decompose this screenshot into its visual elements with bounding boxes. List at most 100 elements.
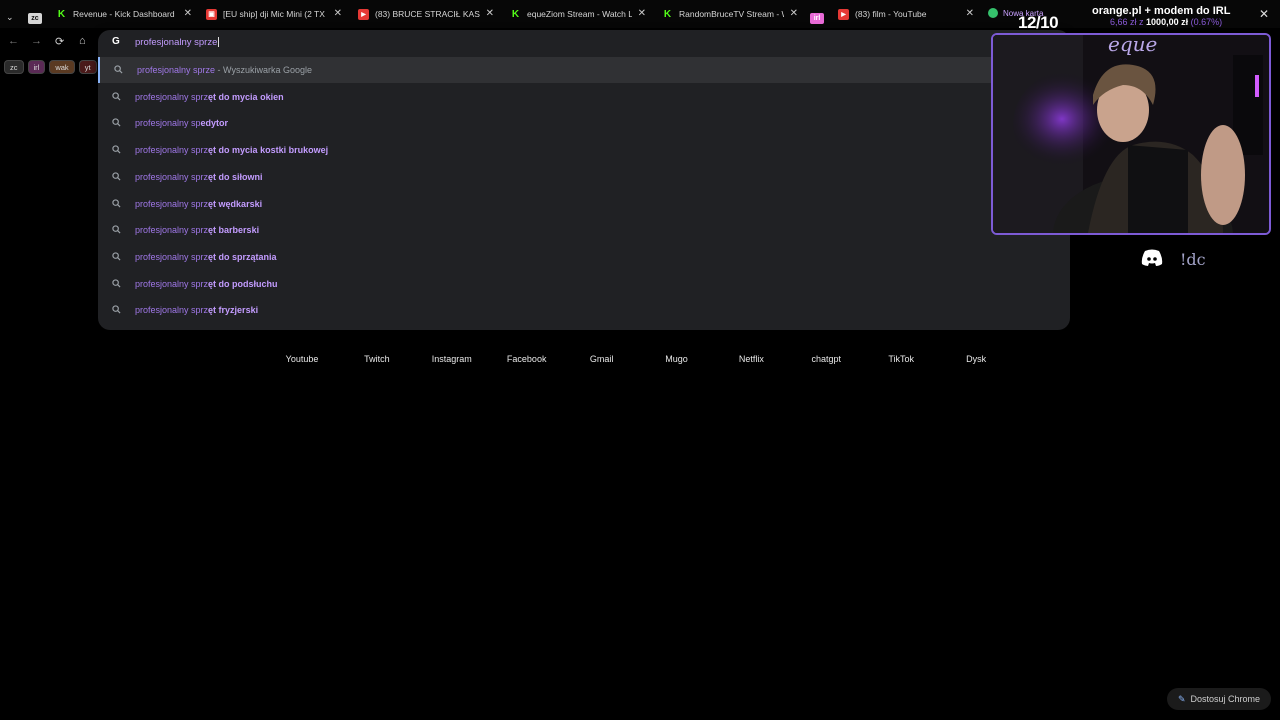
tab-1[interactable]: ▣ [EU ship] dji Mic Mini (2 TX ✕ <box>206 3 342 25</box>
shortcut-label: Mugo <box>665 354 688 364</box>
suggestion-text: profesjonalny sprzęt do sprzątania <box>135 251 277 262</box>
close-tab-icon[interactable]: ✕ <box>966 8 974 19</box>
youtube-icon: ▶ <box>838 8 849 20</box>
kick-icon: K <box>511 8 520 20</box>
suggestion-item[interactable]: profesjonalny sprzęt fryzjerski <box>98 297 1070 323</box>
search-icon <box>112 305 121 314</box>
discord-command-label: !dc <box>1180 250 1206 269</box>
shortcut-label: Gmail <box>589 354 614 364</box>
tab-search-button[interactable]: ⌄ <box>6 6 14 28</box>
pinned-tab-irl[interactable]: irl <box>810 7 830 29</box>
tab-title: (83) BRUCE STRACIŁ KASĘ? M <box>375 9 480 19</box>
suggestion-item[interactable]: profesjonalny sprzęt do sprzątania <box>98 244 1070 270</box>
search-icon <box>112 172 121 181</box>
donation-goal-progress: 6,66 zł z 1000,00 zł (0.67%) <box>1110 17 1222 27</box>
goal-percent: (0.67%) <box>1190 17 1223 27</box>
search-icon <box>112 278 121 288</box>
forward-icon[interactable]: → <box>31 35 42 47</box>
suggestion-item[interactable]: profesjonalny sprzęt do podsłuchu <box>98 271 1070 297</box>
bookmark-wak[interactable]: wak <box>49 60 75 74</box>
suggestion-text: profesjonalny sprzęt do podsłuchu <box>135 278 278 289</box>
close-tab-icon[interactable]: ✕ <box>184 8 192 19</box>
shortcut-label: Facebook <box>506 354 547 364</box>
tab-strip: ⌄ zc K Revenue - Kick Dashboard ✕ ▣ [EU … <box>0 0 1280 28</box>
address-bar[interactable]: G profesjonalny sprze <box>98 30 1070 54</box>
bookmarks-bar: zc irl wak yt <box>4 60 97 74</box>
youtube-icon: ▶ <box>358 8 369 20</box>
search-icon <box>112 252 121 261</box>
new-tab-favicon <box>988 8 998 18</box>
suggestion-text: profesjonalny spedytor <box>135 118 229 129</box>
webcam-overlay <box>991 33 1271 235</box>
search-icon <box>112 118 121 127</box>
suggestion-item[interactable]: profesjonalny sprzęt do mycia okien <box>98 84 1070 110</box>
shortcut-label: Netflix <box>738 354 764 364</box>
zc-favicon: zc <box>28 12 42 24</box>
suggestion-item[interactable]: profesjonalny sprzęt wędkarski <box>98 191 1070 217</box>
tab-title: RandomBruceTV Stream - W <box>679 9 784 19</box>
tab-3[interactable]: K equeZiom Stream - Watch Li ✕ <box>510 3 646 25</box>
window-close-icon[interactable]: ✕ <box>1259 7 1269 21</box>
suggestion-item[interactable]: profesjonalny sprzęt barberski <box>98 217 1070 243</box>
back-icon[interactable]: ← <box>8 35 19 47</box>
goal-separator: z <box>1136 17 1147 27</box>
search-icon <box>114 65 123 74</box>
tab-0[interactable]: K Revenue - Kick Dashboard ✕ <box>56 3 192 25</box>
webcam-image <box>993 35 1269 233</box>
shortcut-label: Youtube <box>285 354 319 364</box>
date-clock: 12/10 <box>1018 13 1059 32</box>
irl-favicon: irl <box>810 12 824 24</box>
google-icon: G <box>112 36 120 47</box>
suggestion-text: profesjonalny sprze - Wyszukiwarka Googl… <box>137 65 312 75</box>
omnibox-dropdown: G profesjonalny sprze profesjonalny sprz… <box>98 30 1072 330</box>
tab-5[interactable]: ▶ (83) film - YouTube ✕ <box>838 3 974 25</box>
close-tab-icon[interactable]: ✕ <box>790 8 798 19</box>
suggestion-text: profesjonalny sprzęt fryzjerski <box>135 305 259 316</box>
cam-tag-text: eque <box>1108 32 1158 56</box>
suggestion-item[interactable]: profesjonalny sprzęt do mycia kostki bru… <box>98 137 1070 163</box>
suggestion-item[interactable]: profesjonalny sprze - Wyszukiwarka Googl… <box>98 57 1072 83</box>
tab-title: (83) film - YouTube <box>855 9 927 19</box>
suggestion-text: profesjonalny sprzęt barberski <box>135 225 260 236</box>
tab-title: Revenue - Kick Dashboard <box>73 9 175 19</box>
suggestion-item[interactable]: profesjonalny sprzęt do siłowni <box>98 164 1070 190</box>
customize-chrome-button[interactable]: ✎ Dostosuj Chrome <box>1167 688 1271 710</box>
shortcut-label: chatgpt <box>811 354 842 364</box>
customize-label: Dostosuj Chrome <box>1190 694 1261 704</box>
close-tab-icon[interactable]: ✕ <box>486 8 494 19</box>
tab-title: [EU ship] dji Mic Mini (2 TX <box>223 9 325 19</box>
suggestion-text: profesjonalny sprzęt do mycia okien <box>135 91 284 102</box>
goal-target: 1000,00 zł <box>1146 17 1189 27</box>
tab-4[interactable]: K RandomBruceTV Stream - W ✕ <box>662 3 798 25</box>
tab-2[interactable]: ▶ (83) BRUCE STRACIŁ KASĘ? M ✕ <box>358 3 494 25</box>
kick-icon: K <box>57 8 66 20</box>
home-icon[interactable]: ⌂ <box>79 35 86 47</box>
close-tab-icon[interactable]: ✕ <box>334 8 342 19</box>
bookmark-zc[interactable]: zc <box>4 60 24 74</box>
search-icon <box>112 198 121 208</box>
reload-icon[interactable]: ⟳ <box>55 35 64 48</box>
shortcut-label: Dysk <box>966 354 987 364</box>
shop-icon: ▣ <box>206 8 217 20</box>
shortcut-label: TikTok <box>888 354 915 364</box>
suggestion-text: profesjonalny sprzęt do mycia kostki bru… <box>135 145 329 156</box>
close-tab-icon[interactable]: ✕ <box>638 8 646 19</box>
suggestion-text: profesjonalny sprzęt wędkarski <box>135 198 263 209</box>
shortcut-label: Twitch <box>364 354 390 364</box>
address-input[interactable]: profesjonalny sprze <box>135 37 220 48</box>
donation-goal-title: orange.pl + modem do IRL <box>1092 5 1231 17</box>
kick-icon: K <box>663 8 672 20</box>
search-icon <box>112 145 121 154</box>
shortcut-label: Instagram <box>431 354 472 364</box>
goal-raised: 6,66 zł <box>1110 17 1137 27</box>
tab-title: equeZiom Stream - Watch Li <box>527 9 632 19</box>
bookmark-irl[interactable]: irl <box>27 60 46 74</box>
pinned-tab-zc[interactable]: zc <box>28 7 48 29</box>
suggestion-text: profesjonalny sprzęt do siłowni <box>135 171 263 182</box>
search-icon <box>112 225 121 234</box>
search-icon <box>112 92 121 101</box>
suggestion-item[interactable]: profesjonalny spedytor <box>98 110 1070 136</box>
discord-icon <box>1141 249 1163 272</box>
bookmark-yt[interactable]: yt <box>78 60 97 74</box>
pencil-icon: ✎ <box>1177 693 1186 704</box>
